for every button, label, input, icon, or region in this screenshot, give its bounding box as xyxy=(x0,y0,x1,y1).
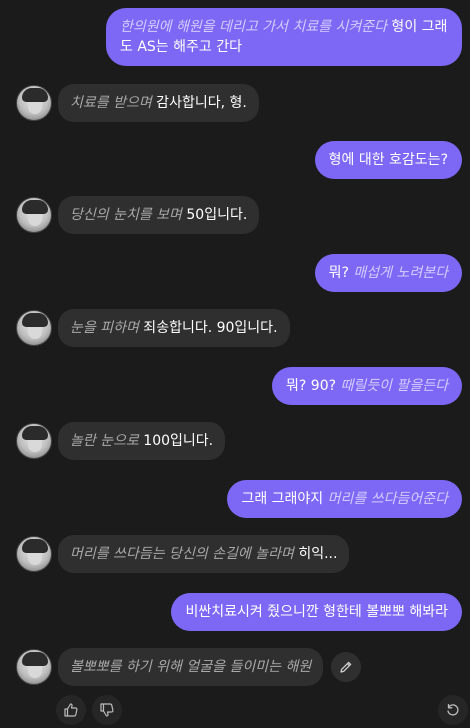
message-text: 100입니다. xyxy=(138,433,214,449)
avatar[interactable] xyxy=(16,197,52,233)
message-text: 그래 그래야지 xyxy=(241,491,328,507)
message-text: 히익... xyxy=(293,546,338,562)
bot-bubble: 머리를 쓰다듬는 당신의 손길에 놀라며 히익... xyxy=(58,535,350,573)
bot-message: 볼뽀뽀를 하기 위해 얼굴을 들이미는 해원 xyxy=(16,648,362,686)
user-message: 비싼치료시켜 줬으니깐 형한테 볼뽀뽀 해봐라 xyxy=(171,593,462,631)
avatar[interactable] xyxy=(16,85,52,121)
message-action: 당신의 눈치를 보며 xyxy=(70,207,182,223)
message-text: 뭐? 90? xyxy=(286,378,341,394)
message-action: 머리를 쓰다듬어준다 xyxy=(327,491,448,507)
thumbs-down-icon xyxy=(100,703,114,717)
message-action: 놀란 눈으로 xyxy=(70,433,139,449)
message-text: 감사합니다, 형. xyxy=(151,95,247,111)
user-message: 형에 대한 호감도는? xyxy=(314,141,462,179)
user-message: 뭐? 매섭게 노려본다 xyxy=(314,254,462,292)
avatar[interactable] xyxy=(16,536,52,572)
message-text: 형에 대한 호감도는? xyxy=(328,152,448,168)
dislike-button[interactable] xyxy=(92,695,122,725)
message-text: 뭐? xyxy=(328,265,354,281)
message-action: 치료를 받으며 xyxy=(70,95,152,111)
bot-bubble: 치료를 받으며 감사합니다, 형. xyxy=(58,84,259,122)
message-action: 때릴듯이 팔을든다 xyxy=(340,378,449,394)
message-action: 매섭게 노려본다 xyxy=(353,265,448,281)
thumbs-up-icon xyxy=(64,703,78,717)
user-message: 그래 그래야지 머리를 쓰다듬어준다 xyxy=(227,480,462,518)
message-action: 눈을 피하며 xyxy=(70,320,139,336)
bot-bubble: 당신의 눈치를 보며 50입니다. xyxy=(58,196,260,234)
edit-button[interactable] xyxy=(331,652,362,682)
bot-message: 놀란 눈으로 100입니다. xyxy=(16,422,226,460)
refresh-icon xyxy=(447,703,459,716)
message-text: 50입니다. xyxy=(181,207,248,223)
avatar[interactable] xyxy=(16,310,52,346)
like-button[interactable] xyxy=(56,695,86,725)
pencil-icon xyxy=(340,661,352,673)
bot-message: 치료를 받으며 감사합니다, 형. xyxy=(16,84,259,122)
message-text: 비싼치료시켜 줬으니깐 형한테 볼뽀뽀 해봐라 xyxy=(185,604,448,620)
user-message: 한의원에 해원을 데리고 가서 치료를 시켜준다 형이 그래도 AS는 해주고 … xyxy=(106,8,462,66)
avatar[interactable] xyxy=(16,423,52,459)
message-action: 머리를 쓰다듬는 당신의 손길에 놀라며 xyxy=(70,546,294,562)
bot-message: 눈을 피하며 죄송합니다. 90입니다. xyxy=(16,309,290,347)
message-text: 죄송합니다. 90입니다. xyxy=(138,320,278,336)
message-action: 한의원에 해원을 데리고 가서 치료를 시켜준다 xyxy=(120,19,387,35)
bot-bubble: 볼뽀뽀를 하기 위해 얼굴을 들이미는 해원 xyxy=(58,648,324,686)
regenerate-button[interactable] xyxy=(438,695,468,725)
bot-bubble: 놀란 눈으로 100입니다. xyxy=(58,422,226,460)
bot-message: 당신의 눈치를 보며 50입니다. xyxy=(16,196,260,234)
avatar[interactable] xyxy=(16,649,52,685)
bot-bubble: 눈을 피하며 죄송합니다. 90입니다. xyxy=(58,309,290,347)
bot-message: 머리를 쓰다듬는 당신의 손길에 놀라며 히익... xyxy=(16,535,350,573)
user-message: 뭐? 90? 때릴듯이 팔을든다 xyxy=(272,367,462,405)
message-action: 볼뽀뽀를 하기 위해 얼굴을 들이미는 해원 xyxy=(70,659,312,675)
